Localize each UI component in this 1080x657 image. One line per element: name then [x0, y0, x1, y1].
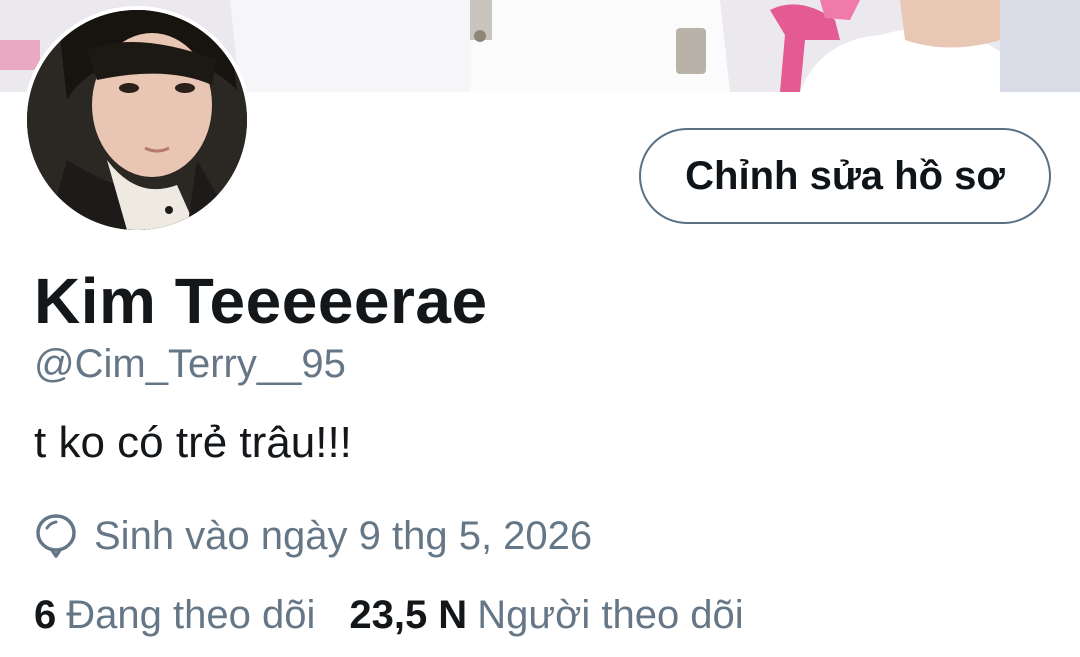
edit-profile-button[interactable]: Chỉnh sửa hồ sơ [639, 128, 1051, 224]
user-handle: @Cim_Terry__95 [34, 342, 346, 386]
birthday-text: Sinh vào ngày 9 thg 5, 2026 [94, 513, 593, 558]
following-count: 6 [34, 593, 57, 637]
followers-label: Người theo dõi [477, 593, 744, 637]
birthday-row: Sinh vào ngày 9 thg 5, 2026 [34, 508, 592, 564]
follow-stats: 6 Đang theo dõi 23,5 N Người theo dõi [34, 593, 744, 638]
following-label: Đang theo dõi [66, 593, 316, 637]
followers-count: 23,5 N [349, 593, 468, 637]
profile-avatar[interactable] [27, 10, 247, 230]
avatar-image [27, 10, 247, 230]
balloon-icon [34, 512, 78, 560]
display-name: Kim Teeeeerae [34, 265, 488, 337]
profile-bio: t ko có trẻ trâu!!! [34, 418, 352, 467]
following-link[interactable]: 6 Đang theo dõi [34, 593, 315, 638]
followers-link[interactable]: 23,5 N Người theo dõi [349, 593, 743, 638]
edit-profile-label: Chỉnh sửa hồ sơ [685, 153, 1005, 198]
